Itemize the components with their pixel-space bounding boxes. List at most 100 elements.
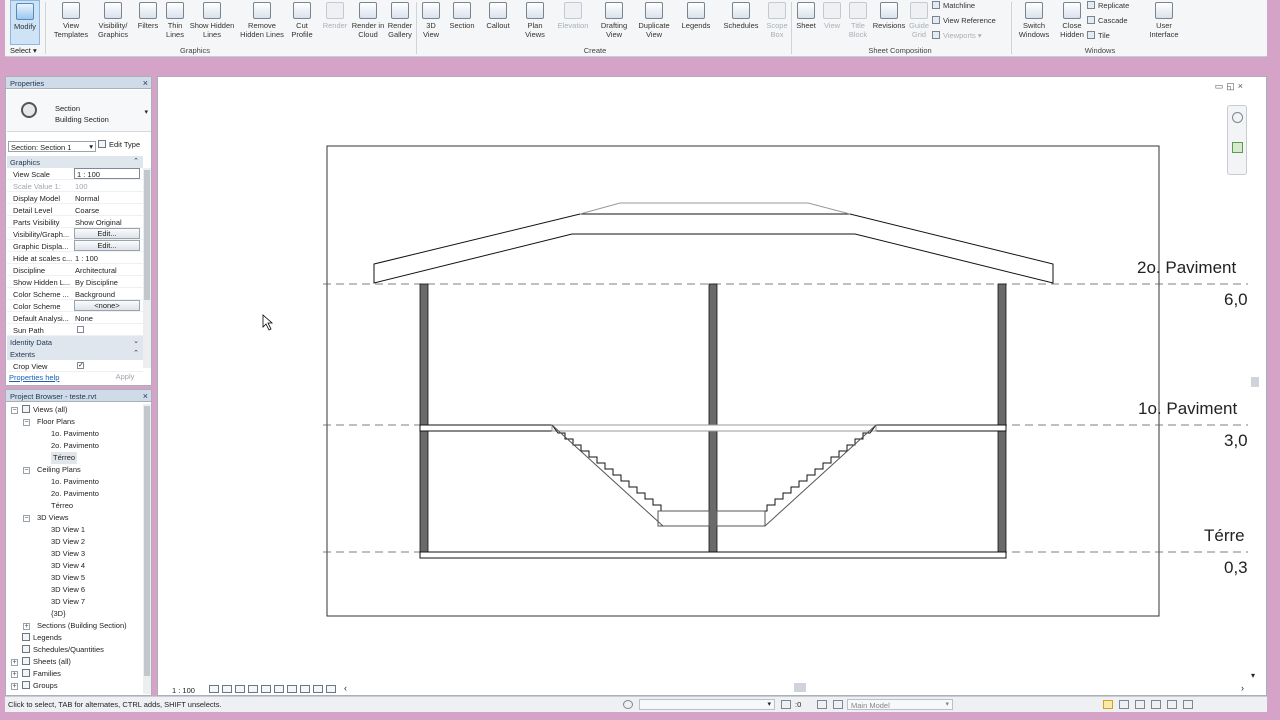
schedules-button[interactable]: Schedules (719, 0, 763, 45)
scrollbar-thumb[interactable] (144, 406, 150, 676)
apply-button[interactable]: Apply (106, 371, 144, 383)
select-by-face-icon[interactable] (1151, 700, 1161, 709)
design-options-icon[interactable] (817, 700, 827, 709)
remove-hidden-lines-button[interactable]: Remove Hidden Lines (236, 0, 288, 45)
prop-discipline[interactable]: Discipline Architectural (7, 264, 143, 276)
viewports-dropdown[interactable]: Viewports ▾ (932, 31, 982, 40)
select-underlay-icon[interactable] (1119, 700, 1129, 709)
expand-icon[interactable]: + (11, 659, 18, 666)
reveal-hidden-icon[interactable] (300, 685, 310, 693)
modify-button[interactable]: Modify (10, 0, 40, 45)
scroll-right-icon[interactable]: › (1241, 683, 1244, 693)
view-templates-button[interactable]: View Templates (51, 0, 91, 45)
tree-item-3d-view[interactable]: {3D} (51, 608, 66, 620)
replicate-button[interactable]: Replicate (1087, 1, 1129, 10)
temporary-hide-icon[interactable] (287, 685, 297, 693)
horizontal-scrollbar-thumb[interactable] (794, 683, 806, 692)
tree-floor-plans[interactable]: Floor Plans (37, 416, 75, 428)
tree-sections[interactable]: Sections (Building Section) (37, 620, 127, 632)
visibility-graphics-edit-button[interactable]: Edit... (74, 228, 140, 239)
analytical-model-icon[interactable] (313, 685, 323, 693)
thin-lines-button[interactable]: Thin Lines (162, 0, 188, 45)
tree-families[interactable]: Families (22, 668, 61, 680)
view-reference-button[interactable]: View Reference (932, 16, 996, 25)
tree-sheets[interactable]: Sheets (all) (22, 656, 71, 668)
elevation-button[interactable]: Elevation (553, 0, 593, 45)
drafting-view-button[interactable]: Drafting View (595, 0, 633, 45)
tree-item-3d-view[interactable]: 3D View 1 (51, 524, 85, 536)
roof[interactable] (373, 202, 1054, 284)
visual-style-icon[interactable] (222, 685, 232, 693)
view-scale-field[interactable]: 1 : 100 (74, 168, 140, 179)
sheet-button[interactable]: Sheet (793, 0, 819, 45)
tree-item-3d-view[interactable]: 3D View 7 (51, 596, 85, 608)
close-hidden-button[interactable]: Close Hidden (1057, 0, 1087, 45)
render-in-cloud-button[interactable]: Render in Cloud (351, 0, 385, 45)
group-graphics[interactable]: Graphics ⌃ (7, 156, 143, 168)
crop-view-checkbox[interactable]: ✓ (77, 362, 84, 369)
crop-region[interactable] (326, 145, 1160, 617)
expand-icon[interactable]: + (11, 683, 18, 690)
level-name-1o[interactable]: 1o. Paviment (1138, 399, 1237, 419)
tree-item-ceiling-plan[interactable]: 1o. Pavimento (51, 476, 99, 488)
tree-item-ceiling-plan[interactable]: 2o. Pavimento (51, 488, 99, 500)
duplicate-view-button[interactable]: Duplicate View (635, 0, 673, 45)
crop-view-icon[interactable] (261, 685, 271, 693)
matchline-button[interactable]: Matchline (932, 1, 975, 10)
tree-item-3d-view[interactable]: 3D View 5 (51, 572, 85, 584)
collapse-icon[interactable]: − (23, 515, 30, 522)
properties-scrollbar[interactable] (143, 168, 151, 368)
section-button[interactable]: Section (445, 0, 479, 45)
switch-windows-button[interactable]: Switch Windows (1013, 0, 1055, 45)
filters-button[interactable]: Filters (135, 0, 161, 45)
tree-item-floor-plan[interactable]: 2o. Pavimento (51, 440, 99, 452)
view-scale-button[interactable]: 1 : 100 (172, 686, 195, 695)
scrollbar-thumb[interactable] (144, 170, 150, 300)
tree-item-floor-plan[interactable]: 1o. Pavimento (51, 428, 99, 440)
drag-elements-icon[interactable] (1167, 700, 1177, 709)
editable-only-icon[interactable] (781, 700, 791, 709)
scroll-left-icon[interactable]: ‹ (344, 683, 347, 693)
color-scheme-button[interactable]: <none> (74, 300, 140, 311)
tree-item-3d-view[interactable]: 3D View 4 (51, 560, 85, 572)
cut-profile-button[interactable]: Cut Profile (289, 0, 315, 45)
steering-wheel-icon[interactable] (1232, 112, 1243, 123)
walls[interactable] (419, 283, 1007, 553)
tree-schedules[interactable]: Schedules/Quantities (22, 644, 104, 656)
exclude-options-icon[interactable] (833, 700, 843, 709)
visibility-graphics-button[interactable]: Visibility/ Graphics (93, 0, 133, 45)
prop-hide-at-scales[interactable]: Hide at scales c... 1 : 100 (7, 252, 143, 264)
sun-path-checkbox[interactable] (77, 326, 84, 333)
group-extents[interactable]: Extents ⌃ (7, 348, 143, 360)
collapse-icon[interactable]: − (23, 419, 30, 426)
render-button[interactable]: Render (321, 0, 349, 45)
edit-type-button[interactable]: Edit Type (98, 140, 140, 149)
revisions-button[interactable]: Revisions (871, 0, 907, 45)
expand-icon[interactable]: + (11, 671, 18, 678)
level-name-terreo[interactable]: Térre (1204, 526, 1245, 546)
graphic-display-edit-button[interactable]: Edit... (74, 240, 140, 251)
workset-dropdown[interactable]: ▾ (639, 699, 775, 710)
render-gallery-button[interactable]: Render Gallery (385, 0, 415, 45)
tree-item-3d-view[interactable]: 3D View 3 (51, 548, 85, 560)
worksets-icon[interactable] (623, 700, 633, 709)
title-block-button[interactable]: Title Block (845, 0, 871, 45)
cascade-button[interactable]: Cascade (1087, 16, 1128, 25)
filter-icon[interactable] (1183, 700, 1193, 709)
tree-views-all[interactable]: Views (all) (22, 404, 67, 416)
tree-item-floor-plan[interactable]: Térreo (51, 452, 78, 464)
show-hidden-lines-button[interactable]: Show Hidden Lines (189, 0, 235, 45)
close-icon[interactable]: × (143, 78, 148, 88)
drawing-area[interactable]: ▭◱× 2o. Paviment 6,0 1o. Paviment 3,0 Té… (157, 76, 1267, 696)
view-place-button[interactable]: View (820, 0, 844, 45)
plan-views-button[interactable]: Plan Views (519, 0, 551, 45)
instance-selector[interactable]: Section: Section 1 ▾ (8, 141, 96, 152)
prop-parts-visibility[interactable]: Parts Visibility Show Original (7, 216, 143, 228)
3d-view-button[interactable]: 3D View (419, 0, 443, 45)
prop-detail-level[interactable]: Detail Level Coarse (7, 204, 143, 216)
shadows-icon[interactable] (248, 685, 258, 693)
prop-display-model[interactable]: Display Model Normal (7, 192, 143, 204)
tree-ceiling-plans[interactable]: Ceiling Plans (37, 464, 81, 476)
prop-default-analysis[interactable]: Default Analysi... None (7, 312, 143, 324)
tree-item-3d-view[interactable]: 3D View 2 (51, 536, 85, 548)
